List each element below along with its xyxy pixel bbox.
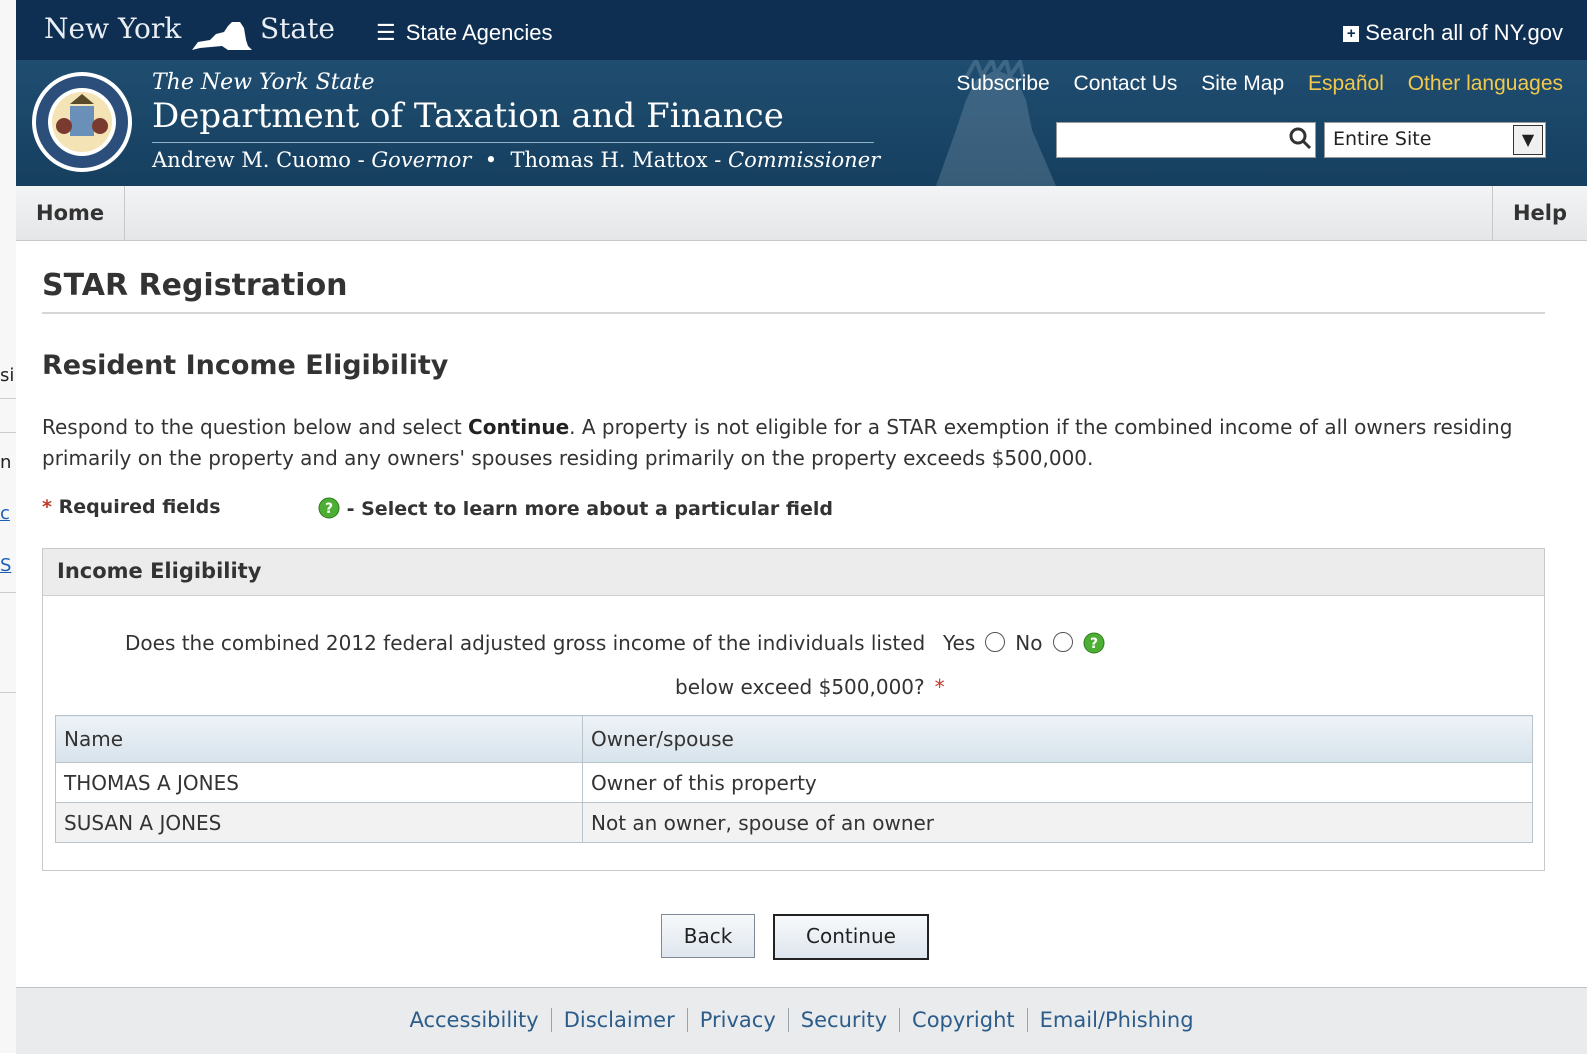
nav-home-link[interactable]: Home bbox=[16, 186, 126, 240]
svg-text:?: ? bbox=[1089, 636, 1097, 652]
espanol-link[interactable]: Español bbox=[1308, 72, 1384, 95]
question-line2-text: below exceed $500,000? bbox=[675, 675, 925, 699]
state-agencies-label: State Agencies bbox=[405, 20, 553, 45]
main-nav-bar: Home Help bbox=[16, 186, 1587, 241]
chevron-down-icon[interactable]: ▼ bbox=[1513, 125, 1543, 155]
background-link-fragment[interactable]: c bbox=[0, 503, 10, 524]
governor-title: Governor bbox=[371, 148, 472, 172]
footer-link-disclaimer[interactable]: Disclaimer bbox=[550, 1008, 687, 1032]
question-text-line2: below exceed $500,000? * bbox=[675, 675, 945, 699]
footer-links: Accessibility Disclaimer Privacy Security Co… bbox=[16, 988, 1587, 1032]
governor-name: Andrew M. Cuomo - bbox=[152, 148, 365, 172]
instructions-before: Respond to the question below and select bbox=[42, 415, 469, 439]
officials-line: Andrew M. Cuomo - Governor • Thomas H. M… bbox=[152, 148, 880, 172]
yes-label: Yes bbox=[943, 631, 976, 655]
help-note-text: - Select to learn more about a particula… bbox=[346, 498, 833, 520]
footer-link-copyright[interactable]: Copyright bbox=[899, 1008, 1027, 1032]
ny-state-map-icon bbox=[192, 22, 252, 50]
instructions-text: Respond to the question below and select… bbox=[42, 412, 1522, 474]
page-footer: Accessibility Disclaimer Privacy Security Co… bbox=[16, 987, 1587, 1054]
background-text-fragment: si bbox=[0, 365, 15, 386]
background-divider bbox=[0, 592, 16, 593]
footer-link-email-phishing[interactable]: Email/Phishing bbox=[1026, 1008, 1206, 1032]
background-link-fragment[interactable]: S bbox=[0, 555, 11, 576]
no-label: No bbox=[1015, 631, 1043, 655]
other-languages-link[interactable]: Other languages bbox=[1408, 72, 1563, 95]
income-eligibility-panel: Income Eligibility Does the combined 201… bbox=[42, 548, 1545, 871]
dept-divider bbox=[152, 142, 874, 143]
list-icon: ☰ bbox=[376, 20, 396, 45]
required-star: * bbox=[934, 675, 945, 699]
table-cell-name: THOMAS A JONES bbox=[55, 762, 583, 803]
yes-radio[interactable] bbox=[985, 632, 1006, 652]
panel-header: Income Eligibility bbox=[43, 549, 1544, 596]
nys-logo-text-right[interactable]: State bbox=[260, 12, 335, 45]
background-divider bbox=[0, 398, 16, 399]
required-fields-label: Required fields bbox=[58, 496, 221, 518]
plus-box-icon: + bbox=[1343, 26, 1360, 42]
table-cell-owner-spouse: Not an owner, spouse of an owner bbox=[582, 802, 1533, 843]
svg-text:?: ? bbox=[325, 501, 333, 517]
table-header-row: Name Owner/spouse bbox=[55, 715, 1533, 763]
required-fields-note: * Required fields bbox=[42, 496, 221, 518]
site-search-input[interactable] bbox=[1056, 122, 1316, 158]
background-divider bbox=[0, 692, 16, 693]
table-row: SUSAN A JONES Not an owner, spouse of an… bbox=[55, 802, 1533, 843]
help-question-icon[interactable]: ? bbox=[1083, 632, 1105, 654]
required-star: * bbox=[42, 496, 52, 518]
column-header-name: Name bbox=[55, 715, 583, 763]
footer-link-privacy[interactable]: Privacy bbox=[686, 1008, 788, 1032]
search-scope-select[interactable]: Entire Site ▼ bbox=[1324, 122, 1546, 158]
back-button[interactable]: Back bbox=[661, 914, 755, 958]
background-text-fragment: n bbox=[0, 452, 12, 473]
owners-table: Name Owner/spouse THOMAS A JONES Owner o… bbox=[55, 715, 1533, 843]
question-text-line1: Does the combined 2012 federal adjusted … bbox=[125, 631, 926, 655]
commissioner-title: Commissioner bbox=[728, 148, 881, 172]
nav-help-link[interactable]: Help bbox=[1491, 186, 1587, 240]
background-window-strip: si n c S bbox=[0, 0, 17, 1053]
nys-logo-text-left[interactable]: New York bbox=[44, 12, 181, 45]
contact-us-link[interactable]: Contact Us bbox=[1074, 72, 1178, 95]
table-row: THOMAS A JONES Owner of this property bbox=[55, 762, 1533, 803]
column-header-owner-spouse: Owner/spouse bbox=[582, 715, 1533, 763]
dept-name[interactable]: Department of Taxation and Finance bbox=[152, 96, 784, 136]
table-cell-owner-spouse: Owner of this property bbox=[582, 762, 1533, 803]
nygov-top-bar: New York State ☰ State Agencies + Search a… bbox=[16, 0, 1587, 60]
no-radio[interactable] bbox=[1052, 632, 1073, 652]
page-title: STAR Registration bbox=[42, 268, 348, 303]
header-links: Subscribe Contact Us Site Map Español Ot… bbox=[938, 72, 1563, 96]
site-map-link[interactable]: Site Map bbox=[1201, 72, 1284, 95]
answer-group: Yes No ? bbox=[943, 631, 1105, 655]
help-icon-note: ? - Select to learn more about a particu… bbox=[318, 497, 833, 520]
panel-title: Income Eligibility bbox=[57, 559, 262, 583]
help-question-icon: ? bbox=[318, 497, 340, 519]
browser-page: New York State ☰ State Agencies + Search a… bbox=[16, 0, 1587, 1054]
officials-separator: • bbox=[484, 148, 498, 172]
title-divider bbox=[42, 312, 1545, 314]
section-title: Resident Income Eligibility bbox=[42, 350, 449, 381]
instructions-continue-emphasis: Continue bbox=[468, 415, 570, 439]
commissioner-name: Thomas H. Mattox - bbox=[510, 148, 722, 172]
search-icon[interactable] bbox=[1288, 126, 1312, 150]
subscribe-link[interactable]: Subscribe bbox=[956, 72, 1049, 95]
search-all-nygov-link[interactable]: + Search all of NY.gov bbox=[1343, 20, 1563, 46]
continue-button[interactable]: Continue bbox=[773, 914, 929, 960]
department-header: The New York State Department of Taxatio… bbox=[16, 60, 1587, 186]
search-all-label: Search all of NY.gov bbox=[1365, 20, 1563, 45]
background-divider bbox=[0, 432, 16, 433]
table-cell-name: SUSAN A JONES bbox=[55, 802, 583, 843]
search-scope-value: Entire Site bbox=[1333, 128, 1432, 150]
dept-line-ny-state: The New York State bbox=[152, 70, 375, 95]
department-seal-icon[interactable] bbox=[30, 70, 134, 174]
footer-link-accessibility[interactable]: Accessibility bbox=[397, 1008, 550, 1032]
footer-link-security[interactable]: Security bbox=[787, 1008, 899, 1032]
state-agencies-link[interactable]: ☰ State Agencies bbox=[376, 20, 553, 46]
